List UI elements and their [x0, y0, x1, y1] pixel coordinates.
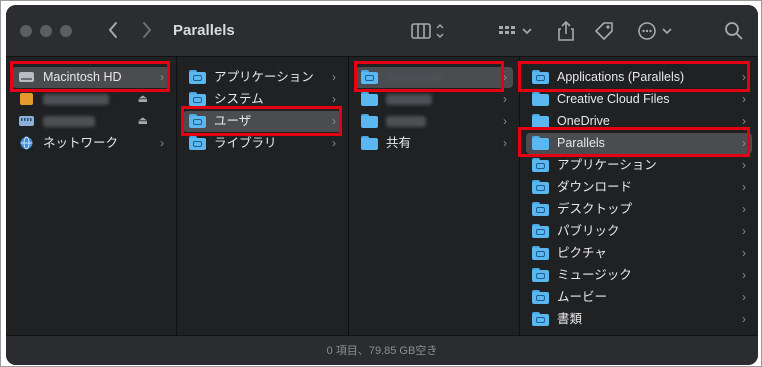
folder-row-music[interactable]: ミュージック ›	[526, 265, 752, 286]
folder-row-movies[interactable]: ムービー ›	[526, 287, 752, 308]
folder-icon	[532, 92, 549, 106]
status-text: 0 項目、79.85 GB空き	[326, 345, 438, 357]
chevron-right-icon: ›	[160, 136, 164, 150]
network-globe-icon	[18, 136, 35, 150]
eject-icon[interactable]: ⏏	[138, 89, 148, 110]
folder-row-library[interactable]: ライブラリ ›	[183, 133, 342, 154]
highlight-box	[354, 61, 504, 92]
chevron-right-icon: ›	[742, 290, 746, 304]
finder-window: Parallels Macintosh HD › ⏏ ⏏ ネットワーク › アプ…	[6, 5, 758, 365]
tag-icon[interactable]	[592, 19, 616, 43]
chevron-right-icon: ›	[742, 158, 746, 172]
folder-icon	[189, 136, 206, 150]
chevron-right-icon[interactable]	[140, 20, 154, 44]
column-1: Macintosh HD › ⏏ ⏏ ネットワーク ›	[6, 57, 177, 335]
highlight-box	[181, 106, 342, 136]
chevron-right-icon: ›	[742, 268, 746, 282]
chevron-right-icon: ›	[332, 70, 336, 84]
folder-icon	[532, 114, 549, 128]
folder-icon	[532, 180, 549, 194]
folder-row-creative-cloud-files[interactable]: Creative Cloud Files ›	[526, 89, 752, 110]
minimize-window-button[interactable]	[40, 25, 52, 37]
group-grid-icon[interactable]	[496, 19, 532, 43]
highlight-box	[518, 127, 750, 157]
folder-icon	[189, 70, 206, 84]
folder-row-redacted[interactable]: ›	[355, 111, 513, 132]
column-browser: Macintosh HD › ⏏ ⏏ ネットワーク › アプリケーション › シ…	[6, 57, 758, 335]
folder-row-shared[interactable]: 共有 ›	[355, 133, 513, 154]
folder-icon	[532, 224, 549, 238]
eject-icon[interactable]: ⏏	[138, 111, 148, 132]
column-3: › › › 共有 ›	[349, 57, 520, 335]
column-view-icon[interactable]	[409, 19, 444, 43]
chevron-left-icon[interactable]	[106, 20, 120, 44]
external-drive-icon	[18, 92, 35, 106]
chevron-right-icon: ›	[503, 136, 507, 150]
folder-icon	[532, 202, 549, 216]
chevron-right-icon: ›	[742, 180, 746, 194]
server-drive-icon	[18, 114, 35, 128]
folder-row-documents[interactable]: 書類 ›	[526, 309, 752, 330]
chevron-right-icon: ›	[742, 224, 746, 238]
status-bar: 0 項目、79.85 GB空き	[6, 335, 758, 365]
zoom-window-button[interactable]	[60, 25, 72, 37]
sidebar-item-server-drive[interactable]: ⏏	[12, 111, 170, 132]
search-icon[interactable]	[722, 19, 746, 43]
highlight-box	[10, 61, 170, 92]
folder-row-desktop[interactable]: デスクトップ ›	[526, 199, 752, 220]
folder-row-downloads[interactable]: ダウンロード ›	[526, 177, 752, 198]
chevron-right-icon: ›	[742, 246, 746, 260]
folder-icon	[361, 136, 378, 150]
folder-icon	[532, 246, 549, 260]
chevron-right-icon: ›	[742, 92, 746, 106]
folder-icon	[532, 268, 549, 282]
redacted-label	[386, 94, 432, 105]
folder-row-pictures[interactable]: ピクチャ ›	[526, 243, 752, 264]
folder-icon	[189, 92, 206, 106]
folder-icon	[361, 114, 378, 128]
redacted-label	[43, 94, 109, 105]
toolbar: Parallels	[6, 5, 758, 57]
folder-row-applications[interactable]: アプリケーション ›	[183, 67, 342, 88]
chevron-right-icon: ›	[503, 92, 507, 106]
column-4: Applications (Parallels) › Creative Clou…	[520, 57, 758, 335]
ellipsis-circle-icon[interactable]	[636, 19, 672, 43]
column-2: アプリケーション › システム › ユーザ › ライブラリ ›	[177, 57, 349, 335]
chevron-right-icon: ›	[503, 114, 507, 128]
close-window-button[interactable]	[20, 25, 32, 37]
chevron-right-icon: ›	[332, 136, 336, 150]
window-title: Parallels	[173, 22, 235, 39]
screenshot-frame: Parallels Macintosh HD › ⏏ ⏏ ネットワーク › アプ…	[0, 0, 762, 367]
share-icon[interactable]	[554, 19, 578, 43]
sidebar-item-external-drive[interactable]: ⏏	[12, 89, 170, 110]
folder-icon	[532, 158, 549, 172]
redacted-label	[386, 116, 426, 127]
folder-row-redacted[interactable]: ›	[355, 89, 513, 110]
folder-icon	[532, 290, 549, 304]
folder-row-public[interactable]: パブリック ›	[526, 221, 752, 242]
sidebar-item-network[interactable]: ネットワーク ›	[12, 133, 170, 154]
folder-row-applications-jp[interactable]: アプリケーション ›	[526, 155, 752, 176]
highlight-box	[518, 61, 750, 92]
folder-icon	[361, 92, 378, 106]
chevron-right-icon: ›	[742, 312, 746, 326]
chevron-right-icon: ›	[742, 202, 746, 216]
folder-icon	[532, 312, 549, 326]
redacted-label	[43, 116, 95, 127]
